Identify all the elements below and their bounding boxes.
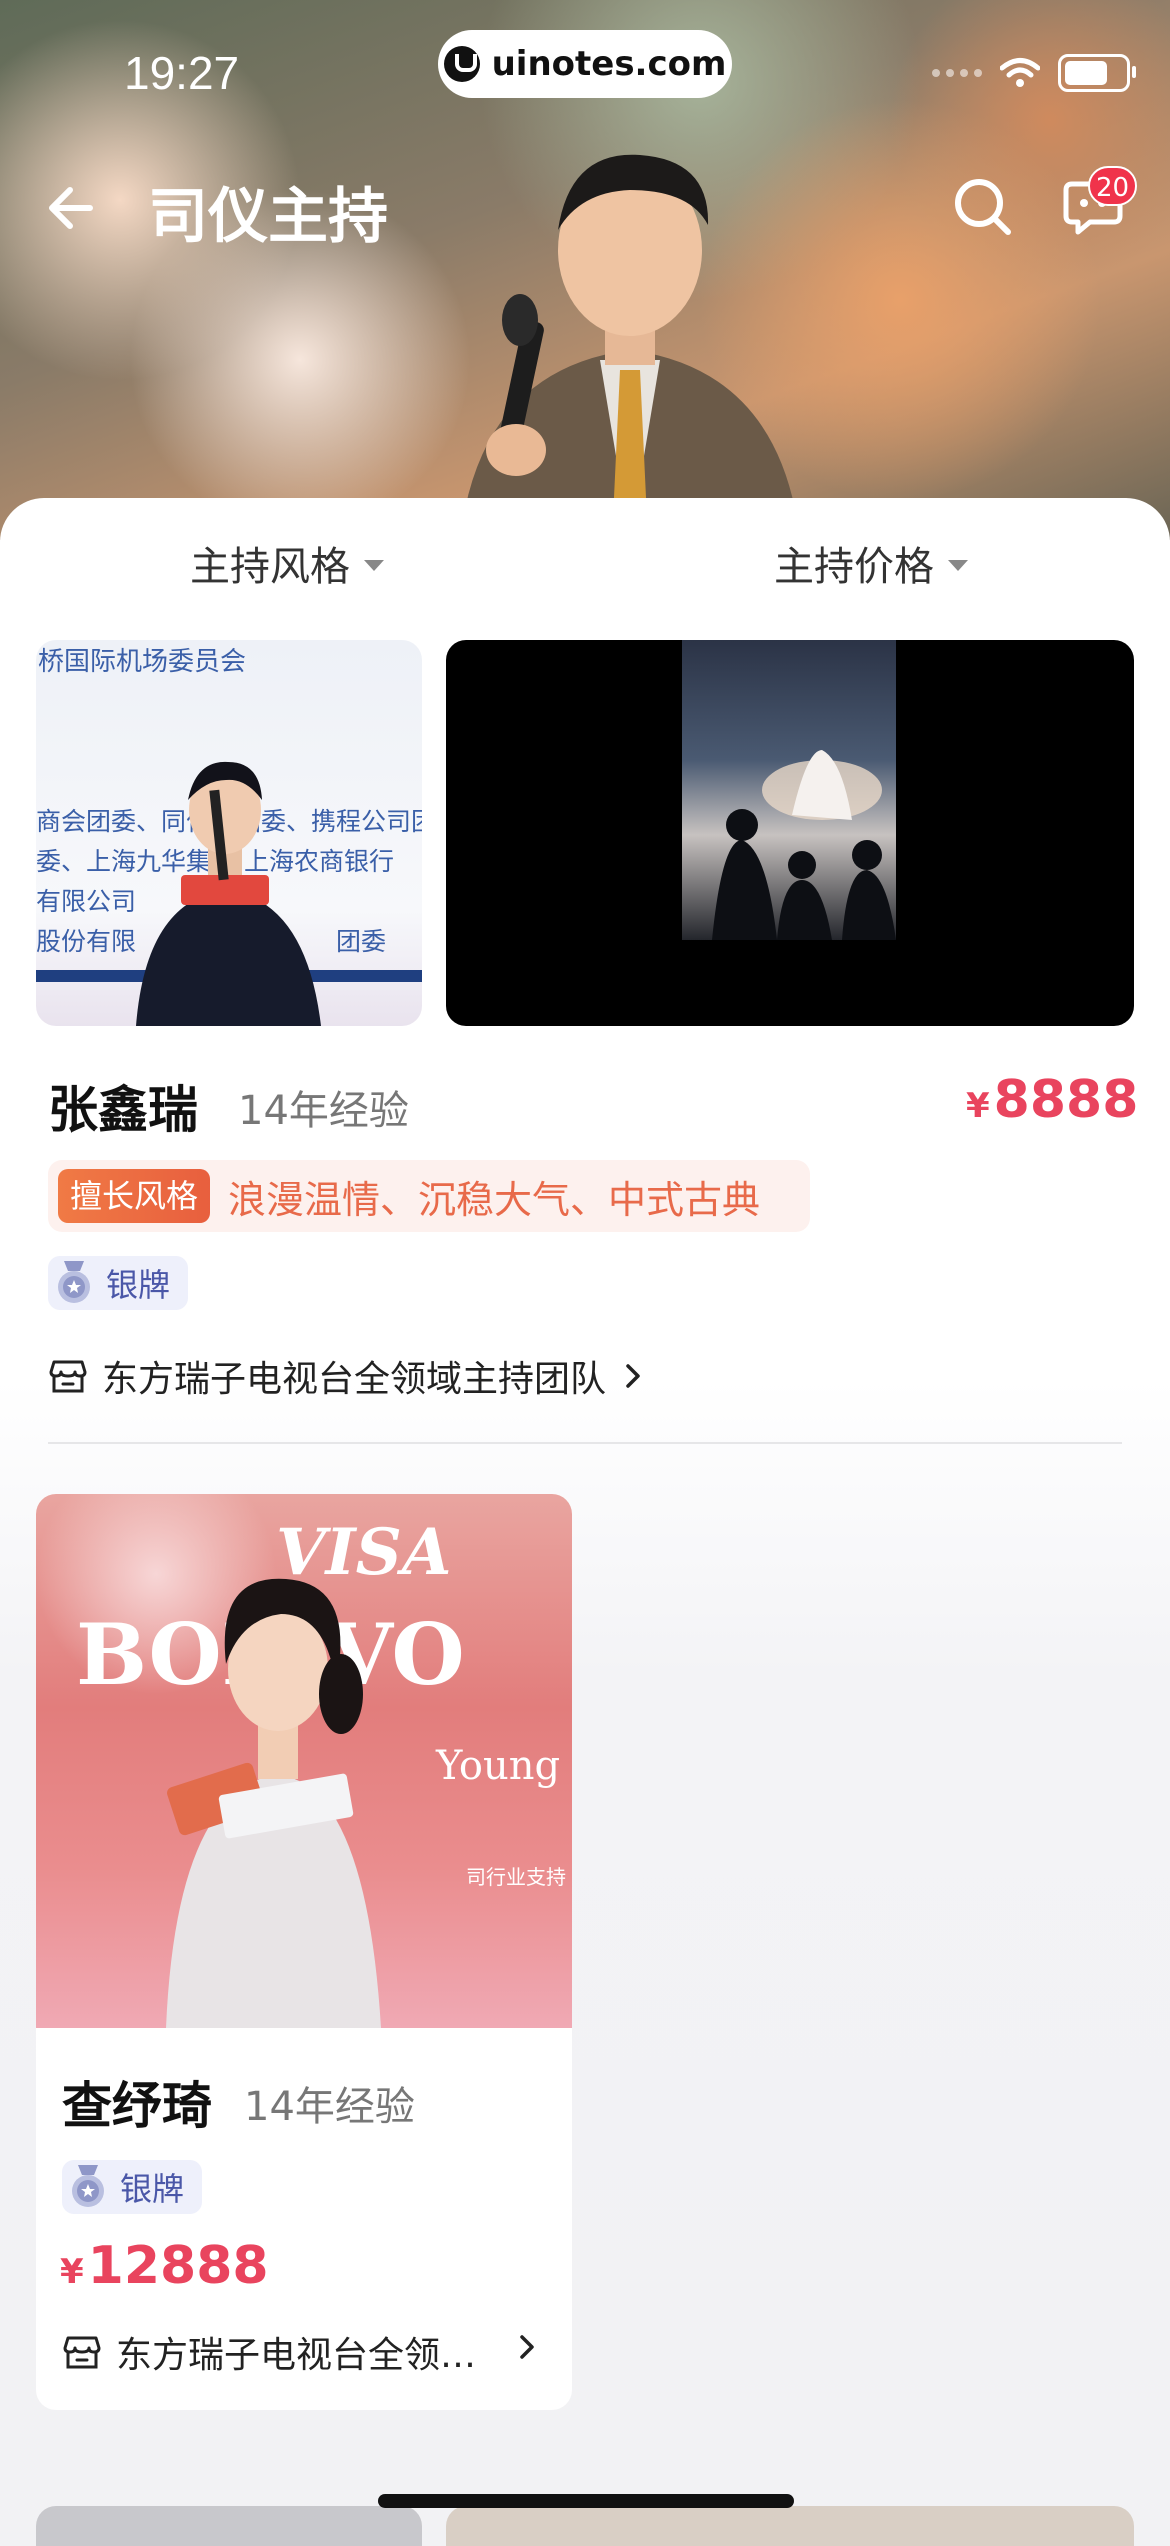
team-name: 东方瑞子电视台全领… xyxy=(116,2335,477,2376)
battery-icon xyxy=(1058,54,1136,92)
silver-medal-icon xyxy=(58,1261,90,1303)
wifi-icon xyxy=(1000,58,1040,87)
style-row: 擅长风格 浪漫温情、沉稳大气、中式古典 xyxy=(48,1160,810,1232)
backdrop-line-5: 股份有限 xyxy=(36,927,136,956)
silver-medal-icon xyxy=(72,2165,104,2207)
backdrop-line-4: 有限公司 xyxy=(36,887,136,916)
price-currency: ¥ xyxy=(966,1086,990,1126)
filter-style-label: 主持风格 xyxy=(190,544,350,590)
status-icons xyxy=(932,54,1136,92)
price-value: 8888 xyxy=(993,1070,1139,1130)
divider xyxy=(48,1442,1122,1444)
host-name: 查纾琦 xyxy=(62,2077,212,2135)
back-arrow-icon[interactable] xyxy=(42,178,102,238)
host-video-1[interactable] xyxy=(446,640,1134,1026)
host-photo-2-graphic: VISA BON VO Young 司行业支持 xyxy=(76,1515,566,2028)
shop-icon xyxy=(49,1360,87,1393)
next-card-left[interactable] xyxy=(36,2506,422,2546)
next-card-right[interactable] xyxy=(446,2506,1134,2546)
backdrop-line-6: 团委 xyxy=(336,927,386,956)
medal-badge: 银牌 xyxy=(48,1256,189,1310)
team-link[interactable]: 东方瑞子电视台全领… xyxy=(62,2326,552,2378)
host-photo xyxy=(460,154,800,540)
team-name: 东方瑞子电视台全领域主持团队 xyxy=(102,1359,607,1400)
url-text: uinotes.com xyxy=(491,44,727,84)
backdrop-text-graphic: 桥国际机场委员会 商会团委、同仁医团委、携程公司团 委、上海九华集团 上海农商银… xyxy=(36,647,422,1026)
price-currency: ¥ xyxy=(60,2252,84,2292)
dropdown-caret-icon xyxy=(364,559,384,571)
host-name[interactable]: 张鑫瑞 xyxy=(48,1070,198,1142)
host-price: ¥8888 xyxy=(966,1070,1138,1130)
cellular-signal-icon xyxy=(932,69,982,77)
filter-style[interactable]: 主持风格 xyxy=(190,534,384,592)
host-photo-1[interactable]: 桥国际机场委员会 商会团委、同仁医团委、携程公司团 委、上海九华集团 上海农商银… xyxy=(36,640,422,1026)
site-logo-icon xyxy=(443,46,480,82)
home-indicator[interactable] xyxy=(378,2494,794,2508)
style-list: 浪漫温情、沉稳大气、中式古典 xyxy=(228,1177,761,1222)
video-frame xyxy=(682,640,896,940)
search-icon[interactable] xyxy=(952,176,1014,238)
host-photo-2: VISA BON VO Young 司行业支持 xyxy=(36,1494,572,2028)
host-price: ¥12888 xyxy=(60,2236,269,2296)
chevron-right-icon xyxy=(520,2335,534,2359)
dropdown-caret-icon xyxy=(948,559,968,571)
host-experience: 14年经验 xyxy=(238,1088,409,1134)
medal-label: 银牌 xyxy=(120,2170,185,2208)
chevron-right-icon xyxy=(626,1364,640,1388)
filter-price-label: 主持价格 xyxy=(774,544,934,590)
medal-badge: 银牌 xyxy=(62,2160,203,2214)
filter-bar: 主持风格 主持价格 xyxy=(0,534,1170,594)
message-count-badge: 20 xyxy=(1088,166,1138,206)
status-time: 19:27 xyxy=(124,47,240,99)
host-experience: 14年经验 xyxy=(244,2084,415,2130)
photo-text-visa: VISA xyxy=(276,1515,451,1590)
price-value: 12888 xyxy=(87,2236,269,2296)
style-tag: 擅长风格 xyxy=(58,1169,211,1223)
medal-label: 银牌 xyxy=(106,1266,171,1304)
hero-banner: 19:27 uinotes.com 司仪主持 20 xyxy=(0,0,1170,540)
backdrop-line-1: 桥国际机场委员会 xyxy=(38,647,246,677)
filter-price[interactable]: 主持价格 xyxy=(774,534,968,592)
shop-icon xyxy=(63,2336,101,2369)
photo-text-young: Young xyxy=(435,1743,560,1789)
wedding-scene-graphic xyxy=(712,750,896,940)
team-link[interactable]: 东方瑞子电视台全领域主持团队 xyxy=(48,1350,648,1402)
photo-text-support: 司行业支持 xyxy=(466,1865,566,1889)
url-pill: uinotes.com xyxy=(438,30,732,98)
page-title: 司仪主持 xyxy=(148,182,388,252)
host-card-2[interactable]: VISA BON VO Young 司行业支持 查纾琦 14年经验 银牌 ¥12… xyxy=(36,1494,572,2410)
